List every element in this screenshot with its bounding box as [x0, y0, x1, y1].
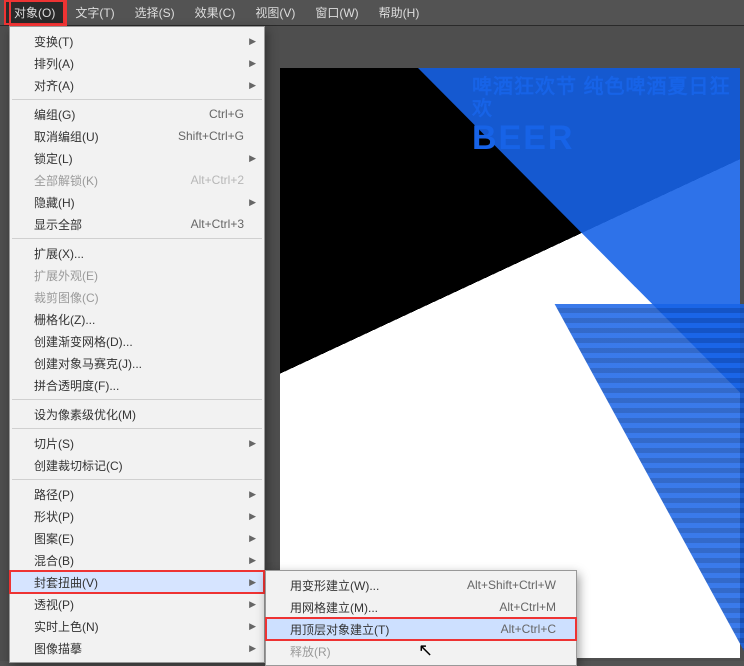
menu-item-label: 栅格化(Z)...	[34, 311, 95, 328]
menu-object[interactable]: 对象(O)	[4, 0, 65, 25]
menu-item-label: 扩展外观(E)	[34, 267, 98, 284]
menu-item-label: 取消编组(U)	[34, 128, 99, 145]
object-menu-item-17[interactable]: 拼合透明度(F)...	[10, 374, 264, 396]
menu-item-shortcut: Alt+Ctrl+3	[191, 217, 244, 231]
object-menu-item-11[interactable]: 扩展(X)...	[10, 242, 264, 264]
object-menu-separator	[12, 399, 262, 400]
menu-item-label: 混合(B)	[34, 552, 74, 569]
menu-item-label: 图案(E)	[34, 530, 74, 547]
menu-item-label: 扩展(X)...	[34, 245, 84, 262]
menu-item-label: 透视(P)	[34, 596, 74, 613]
mouse-cursor-icon: ↖	[418, 640, 433, 661]
object-menu-item-19[interactable]: 设为像素级优化(M)	[10, 403, 264, 425]
object-menu-item-21[interactable]: 切片(S)	[10, 432, 264, 454]
object-menu-item-25[interactable]: 形状(P)	[10, 505, 264, 527]
menu-item-label: 全部解锁(K)	[34, 172, 98, 189]
menu-item-shortcut: Alt+Ctrl+C	[501, 622, 556, 636]
object-menu-item-6[interactable]: 锁定(L)	[10, 147, 264, 169]
menu-item-shortcut: Alt+Ctrl+M	[499, 600, 556, 614]
menu-view[interactable]: 视图(V)	[245, 0, 305, 25]
menu-item-label: 封套扭曲(V)	[34, 574, 98, 591]
menu-effect[interactable]: 效果(C)	[185, 0, 246, 25]
menu-item-label: 创建对象马赛克(J)...	[34, 355, 142, 372]
object-menu-separator	[12, 428, 262, 429]
menu-item-label: 变换(T)	[34, 33, 73, 50]
menu-item-label: 释放(R)	[290, 643, 331, 660]
object-menu-item-22[interactable]: 创建裁切标记(C)	[10, 454, 264, 476]
object-menu-item-24[interactable]: 路径(P)	[10, 483, 264, 505]
menubar: 对象(O) 文字(T) 选择(S) 效果(C) 视图(V) 窗口(W) 帮助(H…	[0, 0, 744, 26]
object-menu-item-7: 全部解锁(K) Alt+Ctrl+2	[10, 169, 264, 191]
menu-item-label: 切片(S)	[34, 435, 74, 452]
object-menu-item-8[interactable]: 隐藏(H)	[10, 191, 264, 213]
object-menu-item-16[interactable]: 创建对象马赛克(J)...	[10, 352, 264, 374]
menu-item-shortcut: Ctrl+G	[209, 107, 244, 121]
canvas-text: 啤酒狂欢节 纯色啤酒夏日狂欢 BEER	[464, 68, 740, 165]
menu-item-label: 编组(G)	[34, 106, 75, 123]
menu-item-label: 创建渐变网格(D)...	[34, 333, 133, 350]
menu-item-shortcut: Alt+Shift+Ctrl+W	[467, 578, 556, 592]
menu-item-label: 裁剪图像(C)	[34, 289, 99, 306]
menu-item-label: 创建裁切标记(C)	[34, 457, 123, 474]
menu-item-label: 排列(A)	[34, 55, 74, 72]
menu-item-label: 对齐(A)	[34, 77, 74, 94]
object-menu-item-5[interactable]: 取消编组(U) Shift+Ctrl+G	[10, 125, 264, 147]
object-menu-item-26[interactable]: 图案(E)	[10, 527, 264, 549]
menu-item-label: 拼合透明度(F)...	[34, 377, 119, 394]
menu-item-label: 实时上色(N)	[34, 618, 99, 635]
object-menu-item-30[interactable]: 实时上色(N)	[10, 615, 264, 637]
menu-item-label: 图像描摹	[34, 640, 82, 657]
menu-window[interactable]: 窗口(W)	[305, 0, 368, 25]
object-menu-item-14[interactable]: 栅格化(Z)...	[10, 308, 264, 330]
menu-item-label: 锁定(L)	[34, 150, 73, 167]
menu-type[interactable]: 文字(T)	[65, 0, 124, 25]
envelope-submenu-item-1[interactable]: 用网格建立(M)... Alt+Ctrl+M	[266, 596, 576, 618]
menu-select[interactable]: 选择(S)	[125, 0, 185, 25]
envelope-submenu-item-0[interactable]: 用变形建立(W)... Alt+Shift+Ctrl+W	[266, 574, 576, 596]
object-menu-item-12: 扩展外观(E)	[10, 264, 264, 286]
menu-item-label: 设为像素级优化(M)	[34, 406, 136, 423]
object-menu-item-1[interactable]: 排列(A)	[10, 52, 264, 74]
menu-item-shortcut: Shift+Ctrl+G	[178, 129, 244, 143]
envelope-submenu-item-2[interactable]: 用顶层对象建立(T) Alt+Ctrl+C	[266, 618, 576, 640]
object-menu-item-13: 裁剪图像(C)	[10, 286, 264, 308]
object-menu-dropdown: 变换(T) 排列(A) 对齐(A) 编组(G) Ctrl+G 取消编组(U) Shift+C…	[9, 26, 265, 663]
object-menu-separator	[12, 479, 262, 480]
menu-item-label: 用网格建立(M)...	[290, 599, 378, 616]
object-menu-item-0[interactable]: 变换(T)	[10, 30, 264, 52]
object-menu-item-29[interactable]: 透视(P)	[10, 593, 264, 615]
object-menu-separator	[12, 99, 262, 100]
object-menu-item-31[interactable]: 图像描摹	[10, 637, 264, 659]
object-menu-item-27[interactable]: 混合(B)	[10, 549, 264, 571]
object-menu-item-28[interactable]: 封套扭曲(V)	[10, 571, 264, 593]
menu-item-label: 形状(P)	[34, 508, 74, 525]
menu-item-label: 显示全部	[34, 216, 82, 233]
menu-item-shortcut: Alt+Ctrl+2	[191, 173, 244, 187]
menu-help[interactable]: 帮助(H)	[369, 0, 430, 25]
object-menu-item-2[interactable]: 对齐(A)	[10, 74, 264, 96]
menu-item-label: 路径(P)	[34, 486, 74, 503]
object-menu-separator	[12, 238, 262, 239]
menu-item-label: 用变形建立(W)...	[290, 577, 379, 594]
object-menu-item-4[interactable]: 编组(G) Ctrl+G	[10, 103, 264, 125]
menu-item-label: 隐藏(H)	[34, 194, 75, 211]
object-menu-item-15[interactable]: 创建渐变网格(D)...	[10, 330, 264, 352]
object-menu-item-9[interactable]: 显示全部 Alt+Ctrl+3	[10, 213, 264, 235]
menu-item-label: 用顶层对象建立(T)	[290, 621, 389, 638]
